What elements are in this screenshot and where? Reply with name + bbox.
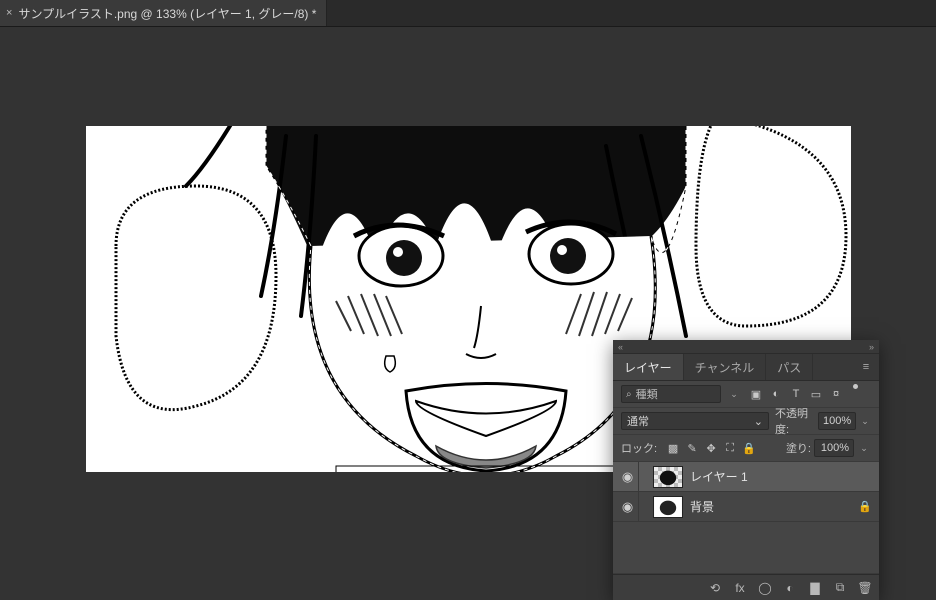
workspace: « » レイヤー チャンネル パス ≡ ⌕ 種類 ⌄ ▣ ◐ T ▭ ¤: [0, 27, 936, 589]
layer-name-label[interactable]: レイヤー 1: [690, 468, 875, 485]
opacity-value: 100%: [823, 415, 851, 427]
opacity-input[interactable]: 100%: [818, 412, 856, 430]
lock-label: ロック:: [621, 440, 657, 456]
add-mask-icon[interactable]: ◯: [757, 580, 773, 596]
lock-indicator-icon: 🔒: [855, 500, 875, 513]
tab-paths[interactable]: パス: [766, 354, 813, 380]
visibility-toggle-icon[interactable]: ◉: [617, 492, 639, 521]
new-group-icon[interactable]: ▇: [807, 580, 823, 596]
blend-opacity-row: 通常 ⌄ 不透明度: 100% ⌄: [613, 408, 879, 435]
filter-icon-group: ▣ ◐ T ▭ ¤: [749, 387, 843, 401]
search-icon: ⌕: [626, 389, 632, 400]
new-layer-icon[interactable]: ⧉: [832, 580, 848, 596]
chevron-down-icon[interactable]: ⌄: [727, 389, 741, 400]
tab-layers[interactable]: レイヤー: [613, 354, 684, 380]
visibility-toggle-icon[interactable]: ◉: [617, 462, 639, 491]
add-adjustment-icon[interactable]: ◐: [782, 580, 798, 596]
filter-toggle-switch[interactable]: [853, 384, 858, 389]
chevron-down-icon[interactable]: ⌄: [859, 416, 871, 427]
layer-item[interactable]: ◉ レイヤー 1: [613, 462, 879, 492]
document-tab-bar: × サンプルイラスト.png @ 133% (レイヤー 1, グレー/8) *: [0, 0, 936, 27]
layers-list: ◉ レイヤー 1 ◉ 背景 🔒: [613, 462, 879, 522]
layer-fx-icon[interactable]: fx: [732, 580, 748, 596]
collapse-left-icon[interactable]: «: [618, 342, 623, 352]
filter-smartobject-icon[interactable]: ¤: [829, 387, 843, 401]
link-layers-icon[interactable]: ⟲: [707, 580, 723, 596]
filter-pixel-icon[interactable]: ▣: [749, 387, 763, 401]
document-tab-title: サンプルイラスト.png @ 133% (レイヤー 1, グレー/8) *: [18, 5, 316, 22]
tab-channels[interactable]: チャンネル: [684, 354, 767, 380]
panel-titlebar[interactable]: « »: [613, 340, 879, 354]
layer-item[interactable]: ◉ 背景 🔒: [613, 492, 879, 522]
lock-image-icon[interactable]: ✎: [685, 441, 699, 455]
layers-panel: « » レイヤー チャンネル パス ≡ ⌕ 種類 ⌄ ▣ ◐ T ▭ ¤: [613, 340, 879, 600]
lock-position-icon[interactable]: ✥: [704, 441, 718, 455]
layer-filter-row: ⌕ 種類 ⌄ ▣ ◐ T ▭ ¤: [613, 381, 879, 408]
lock-all-icon[interactable]: 🔒: [742, 441, 756, 455]
close-tab-icon[interactable]: ×: [6, 7, 12, 19]
chevron-down-icon[interactable]: ⌄: [857, 443, 871, 454]
panel-menu-icon[interactable]: ≡: [853, 354, 879, 380]
filter-shape-icon[interactable]: ▭: [809, 387, 823, 401]
panel-tab-strip: レイヤー チャンネル パス ≡: [613, 354, 879, 381]
delete-layer-icon[interactable]: 🗑: [857, 580, 873, 596]
fill-value: 100%: [821, 442, 849, 454]
layer-name-label[interactable]: 背景: [690, 498, 855, 515]
layer-thumbnail[interactable]: [653, 496, 683, 518]
blend-mode-select[interactable]: 通常 ⌄: [621, 412, 769, 430]
filter-adjustment-icon[interactable]: ◐: [769, 387, 783, 401]
fill-label: 塗り:: [786, 440, 811, 456]
fill-input[interactable]: 100%: [814, 439, 854, 457]
collapse-right-icon[interactable]: »: [869, 342, 874, 352]
opacity-label: 不透明度:: [775, 405, 815, 437]
document-tab[interactable]: × サンプルイラスト.png @ 133% (レイヤー 1, グレー/8) *: [0, 0, 327, 26]
filter-type-label: 種類: [636, 386, 658, 402]
lock-artboard-icon[interactable]: ⛶: [723, 441, 737, 455]
lock-fill-row: ロック: ▩ ✎ ✥ ⛶ 🔒 塗り: 100% ⌄: [613, 435, 879, 462]
blend-mode-value: 通常: [627, 413, 649, 429]
layer-thumbnail[interactable]: [653, 466, 683, 488]
filter-text-icon[interactable]: T: [789, 387, 803, 401]
chevron-down-icon: ⌄: [754, 415, 763, 428]
lock-transparency-icon[interactable]: ▩: [666, 441, 680, 455]
layer-filter-type-select[interactable]: ⌕ 種類: [621, 385, 721, 403]
layers-panel-footer: ⟲ fx ◯ ◐ ▇ ⧉ 🗑: [613, 574, 879, 600]
layers-empty-area[interactable]: [613, 522, 879, 574]
